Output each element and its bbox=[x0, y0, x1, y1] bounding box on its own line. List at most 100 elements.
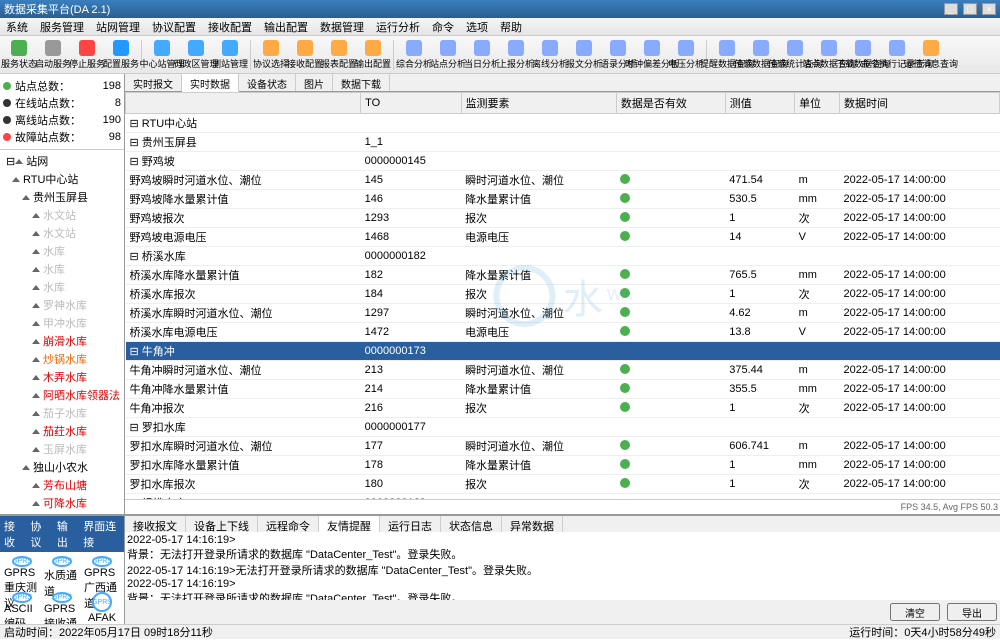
log-tab[interactable]: 远程命令 bbox=[258, 516, 319, 532]
log-line[interactable]: 2022-05-17 14:16:19> bbox=[127, 534, 998, 546]
menu-item[interactable]: 帮助 bbox=[494, 19, 528, 35]
menu-item[interactable]: 选项 bbox=[460, 19, 494, 35]
tab[interactable]: 数据下载 bbox=[333, 74, 390, 91]
tree-node[interactable]: RTU中心站 bbox=[2, 170, 122, 188]
tree-root[interactable]: ⊟ 站网 bbox=[2, 152, 122, 170]
protocol-item[interactable]: GPRSGPRS重庆测议 bbox=[4, 556, 40, 588]
toolbar-button[interactable]: 服务状态 bbox=[3, 38, 35, 72]
table-row[interactable]: 牛角冲报次216报次1次2022-05-17 14:00:00 bbox=[126, 399, 1000, 418]
tree-node[interactable]: 玉屏水库 bbox=[2, 440, 122, 458]
menu-item[interactable]: 接收配置 bbox=[202, 19, 258, 35]
toolbar-button[interactable]: 停止服务 bbox=[71, 38, 103, 72]
protocol-item[interactable]: GPRSASCII编码MCU通道 bbox=[4, 592, 40, 624]
table-row[interactable]: 罗扣水库报次180报次1次2022-05-17 14:00:00 bbox=[126, 475, 1000, 494]
data-grid[interactable]: 水WA TO监测要素数据是否有效测值单位数据时间⊟ RTU中心站⊟ 贵州玉屏县1… bbox=[125, 92, 1000, 499]
toolbar-button[interactable]: 测站管理 bbox=[214, 38, 246, 72]
column-header[interactable]: 测值 bbox=[725, 93, 794, 114]
table-row[interactable]: 桥溪水库电源电压1472电源电压13.8V2022-05-17 14:00:00 bbox=[126, 323, 1000, 342]
table-row[interactable]: ⊟ 绿桦水库0000000169 bbox=[126, 494, 1000, 500]
tree-node[interactable]: 阿晒水库领器法 bbox=[2, 386, 122, 404]
tree-node[interactable]: 贵州玉屏县 bbox=[2, 188, 122, 206]
toolbar-button[interactable]: 报文分析 bbox=[568, 38, 600, 72]
table-row[interactable]: 牛角冲降水量累计值214降水量累计值355.5mm2022-05-17 14:0… bbox=[126, 380, 1000, 399]
column-header[interactable]: TO bbox=[361, 93, 461, 114]
menu-item[interactable]: 站网管理 bbox=[90, 19, 146, 35]
tree-node[interactable]: 木弄水库 bbox=[2, 368, 122, 386]
menu-item[interactable]: 系统 bbox=[0, 19, 34, 35]
minimize-icon[interactable]: _ bbox=[944, 3, 958, 15]
column-header[interactable]: 单位 bbox=[795, 93, 840, 114]
tree-node[interactable]: 水库 bbox=[2, 278, 122, 296]
tab[interactable]: 设备状态 bbox=[239, 74, 296, 91]
clear-button[interactable]: 清空 bbox=[890, 603, 940, 621]
tree-node[interactable]: 茄荭水库 bbox=[2, 422, 122, 440]
log-line[interactable]: 背景：无法打开登录所请求的数据库 "DataCenter_Test"。登录失败。 bbox=[127, 590, 998, 600]
column-header[interactable]: 监测要素 bbox=[461, 93, 616, 114]
column-header[interactable]: 数据是否有效 bbox=[616, 93, 725, 114]
protocol-item[interactable]: GPRSGPRS接收通道 bbox=[44, 592, 80, 624]
log-line[interactable]: 2022-05-17 14:16:19> bbox=[127, 578, 998, 590]
export-button[interactable]: 导出 bbox=[947, 603, 997, 621]
column-header[interactable]: 数据时间 bbox=[840, 93, 1000, 114]
tree-node[interactable]: 炒锅水库 bbox=[2, 350, 122, 368]
tree-node[interactable]: 茄子水库 bbox=[2, 404, 122, 422]
close-icon[interactable]: × bbox=[982, 3, 996, 15]
column-header[interactable] bbox=[126, 93, 361, 114]
log-tab[interactable]: 设备上下线 bbox=[186, 516, 258, 532]
toolbar-button[interactable]: 站点分析 bbox=[432, 38, 464, 72]
log-line[interactable]: 背景：无法打开登录所请求的数据库 "DataCenter_Test"。登录失败。 bbox=[127, 546, 998, 562]
tree-node[interactable]: 可降水库 bbox=[2, 494, 122, 512]
toolbar-button[interactable]: 当日分析 bbox=[466, 38, 498, 72]
table-row[interactable]: 桥溪水库降水量累计值182降水量累计值765.5mm2022-05-17 14:… bbox=[126, 266, 1000, 285]
table-row[interactable]: 桥溪水库报次184报次1次2022-05-17 14:00:00 bbox=[126, 285, 1000, 304]
protocol-item[interactable]: GPRS水质通道 bbox=[44, 556, 80, 588]
menu-item[interactable]: 命令 bbox=[426, 19, 460, 35]
toolbar-button[interactable]: 综合分析 bbox=[398, 38, 430, 72]
log-tab[interactable]: 接收报文 bbox=[125, 516, 186, 532]
tree-node[interactable]: 水库 bbox=[2, 260, 122, 278]
log-body[interactable]: 2022-05-17 14:16:19>背景：无法打开登录所请求的数据库 "Da… bbox=[125, 532, 1000, 600]
toolbar-button[interactable]: 行政区管理 bbox=[180, 38, 212, 72]
tree-node[interactable]: 水库 bbox=[2, 242, 122, 260]
table-row[interactable]: 罗扣水库瞬时河道水位、潮位177瞬时河道水位、潮位606.741m2022-05… bbox=[126, 437, 1000, 456]
tree-node[interactable]: 甲冲水库 bbox=[2, 314, 122, 332]
table-row[interactable]: 牛角冲瞬时河道水位、潮位213瞬时河道水位、潮位375.44m2022-05-1… bbox=[126, 361, 1000, 380]
toolbar-button[interactable]: 协议选择 bbox=[255, 38, 287, 72]
station-tree[interactable]: ⊟ 站网 RTU中心站贵州玉屏县水文站水文站水库水库水库罗神水库甲冲水库崩滑水库… bbox=[0, 150, 124, 514]
table-row[interactable]: ⊟ 牛角冲0000000173 bbox=[126, 342, 1000, 361]
log-tab[interactable]: 友情提醒 bbox=[319, 516, 380, 532]
proto-tab[interactable]: 协议 bbox=[26, 516, 52, 552]
toolbar-button[interactable]: 运行消息查询 bbox=[915, 38, 947, 72]
log-tab[interactable]: 异常数据 bbox=[502, 516, 563, 532]
toolbar-button[interactable]: 电压分析 bbox=[670, 38, 702, 72]
toolbar-button[interactable]: 报表配置 bbox=[323, 38, 355, 72]
toolbar-button[interactable]: 启动服务 bbox=[37, 38, 69, 72]
tab[interactable]: 实时数据 bbox=[182, 74, 239, 92]
table-row[interactable]: 野鸡坡电源电压1468电源电压14V2022-05-17 14:00:00 bbox=[126, 228, 1000, 247]
tab[interactable]: 实时报文 bbox=[125, 74, 182, 91]
protocol-item[interactable]: GPRSGPRS广西通道 bbox=[84, 556, 120, 588]
toolbar-button[interactable]: 上报分析 bbox=[500, 38, 532, 72]
toolbar-button[interactable]: 配置服务 bbox=[105, 38, 137, 72]
table-row[interactable]: ⊟ RTU中心站 bbox=[126, 114, 1000, 133]
log-tab[interactable]: 状态信息 bbox=[441, 516, 502, 532]
table-row[interactable]: ⊟ 桥溪水库0000000182 bbox=[126, 247, 1000, 266]
table-row[interactable]: ⊟ 贵州玉屏县1_1 bbox=[126, 133, 1000, 152]
tree-node[interactable]: 独山小农水 bbox=[2, 458, 122, 476]
table-row[interactable]: 桥溪水库瞬时河道水位、潮位1297瞬时河道水位、潮位4.62m2022-05-1… bbox=[126, 304, 1000, 323]
menu-item[interactable]: 服务管理 bbox=[34, 19, 90, 35]
menu-item[interactable]: 协议配置 bbox=[146, 19, 202, 35]
protocol-item[interactable]: GPRSAFAK bbox=[84, 592, 120, 624]
tree-node[interactable]: 崩滑水库 bbox=[2, 332, 122, 350]
tab[interactable]: 图片 bbox=[296, 74, 333, 91]
table-row[interactable]: 野鸡坡报次1293报次1次2022-05-17 14:00:00 bbox=[126, 209, 1000, 228]
table-row[interactable]: ⊟ 野鸡坡0000000145 bbox=[126, 152, 1000, 171]
table-row[interactable]: 野鸡坡瞬时河道水位、潮位145瞬时河道水位、潮位471.54m2022-05-1… bbox=[126, 171, 1000, 190]
toolbar-button[interactable]: 离线分析 bbox=[534, 38, 566, 72]
proto-tab[interactable]: 输出 bbox=[53, 516, 79, 552]
tree-node[interactable]: 水文站 bbox=[2, 224, 122, 242]
toolbar-button[interactable]: 输出配置 bbox=[357, 38, 389, 72]
proto-tab[interactable]: 界面连接 bbox=[79, 516, 124, 552]
toolbar-button[interactable]: 时钟偏差分析 bbox=[636, 38, 668, 72]
tree-node[interactable]: 水文站 bbox=[2, 206, 122, 224]
